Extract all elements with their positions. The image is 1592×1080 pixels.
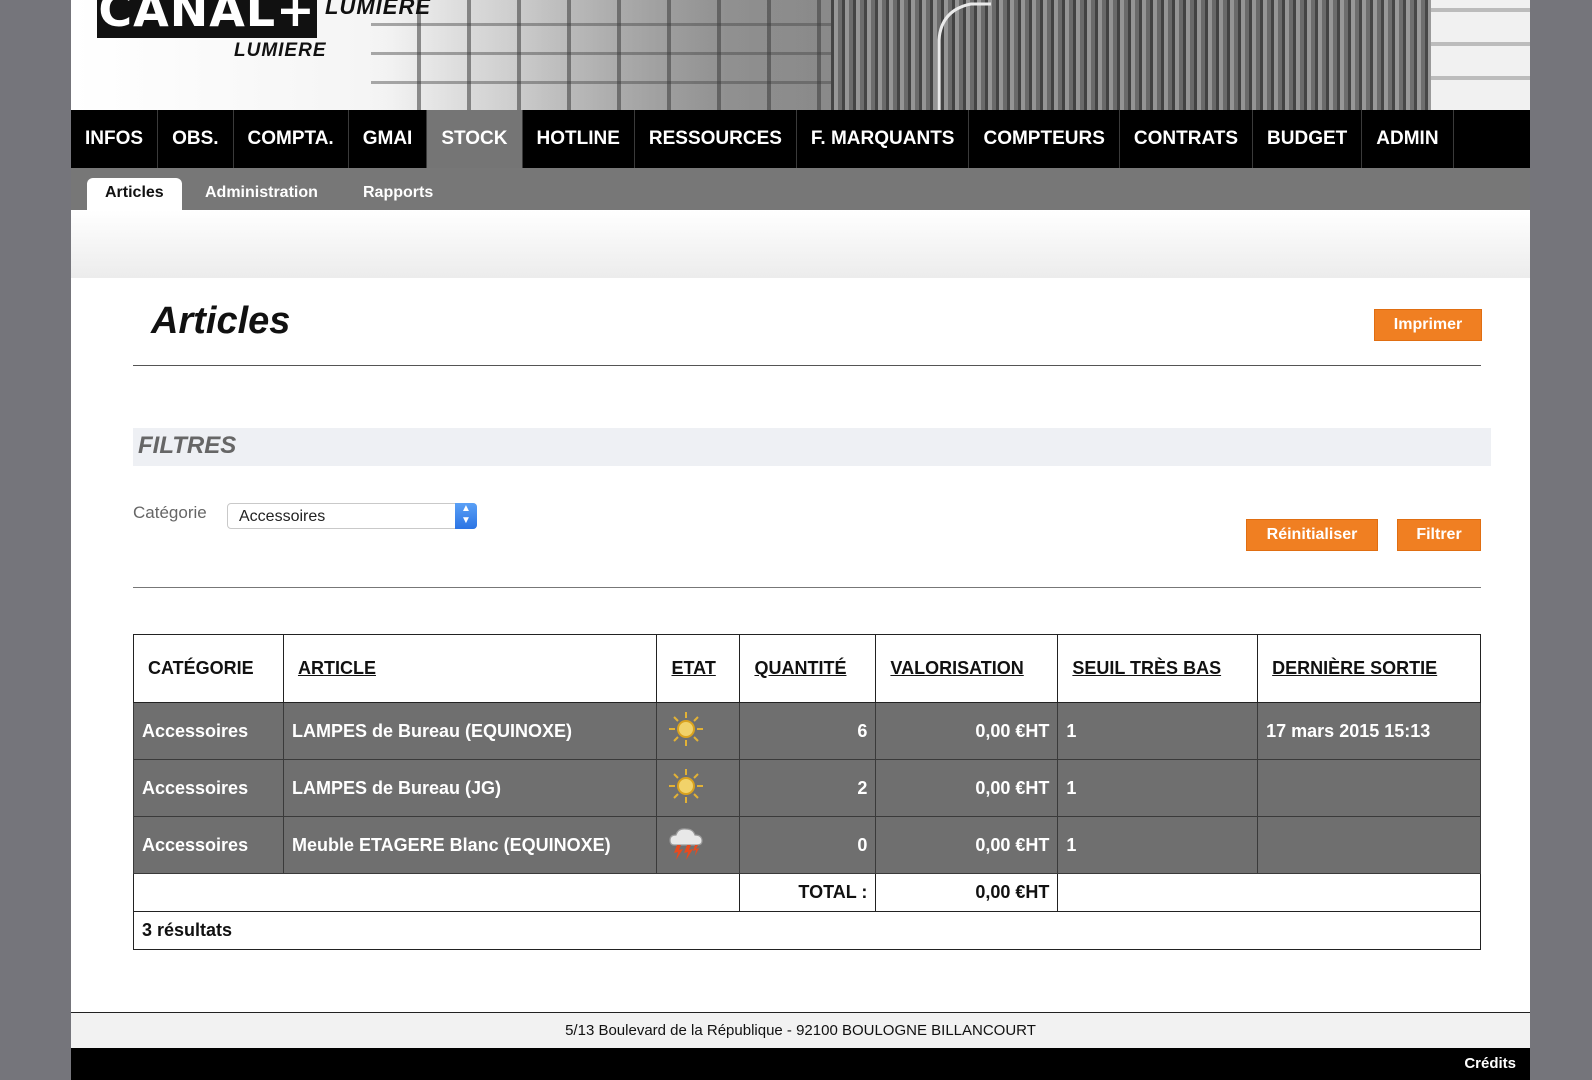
page: CANAL+ LUMIERE LUMIERE INFOS OBS. COMPTA… <box>71 0 1530 1080</box>
footer-bar: Crédits <box>71 1048 1530 1080</box>
cell-etat <box>656 816 741 874</box>
main-navigation: INFOS OBS. COMPTA. GMAI STOCK HOTLINE RE… <box>71 110 1530 168</box>
total-value: 0,00 €HT <box>875 873 1059 912</box>
cell-derniere-sortie: 17 mars 2015 15:13 <box>1257 702 1481 760</box>
storm-icon <box>669 827 704 860</box>
logo-side-text: LUMIERE <box>325 0 431 19</box>
nav-infos[interactable]: INFOS <box>71 110 159 168</box>
nav-gmai[interactable]: GMAI <box>349 110 428 168</box>
nav-hotline[interactable]: HOTLINE <box>523 110 635 168</box>
table-row[interactable]: Accessoires LAMPES de Bureau (JG) 2 0,00… <box>133 759 1481 817</box>
cell-article: LAMPES de Bureau (EQUINOXE) <box>282 702 658 760</box>
print-button[interactable]: Imprimer <box>1374 309 1482 341</box>
filters-divider <box>133 587 1481 588</box>
articles-table: CATÉGORIE ARTICLE ETAT QUANTITÉ VALORISA… <box>132 634 1481 950</box>
table-total-row: TOTAL : 0,00 €HT <box>132 873 1481 912</box>
cell-etat <box>656 759 741 817</box>
cell-article: Meuble ETAGERE Blanc (EQUINOXE) <box>282 816 658 874</box>
cell-seuil: 1 <box>1057 759 1259 817</box>
table-results-row: 3 résultats <box>133 911 1481 950</box>
cell-categorie: Accessoires <box>133 816 284 874</box>
header-derniere-sortie[interactable]: DERNIÈRE SORTIE <box>1257 634 1481 703</box>
header-valorisation[interactable]: VALORISATION <box>875 634 1059 703</box>
cell-seuil: 1 <box>1057 702 1259 760</box>
nav-ressources[interactable]: RESSOURCES <box>635 110 797 168</box>
cell-categorie: Accessoires <box>133 759 284 817</box>
nav-obs[interactable]: OBS. <box>158 110 234 168</box>
streetlamp-image <box>937 2 991 110</box>
tab-rapports[interactable]: Rapports <box>363 178 433 210</box>
sun-icon <box>669 768 704 803</box>
title-divider <box>133 365 1481 366</box>
cell-quantite: 6 <box>739 702 877 760</box>
total-trailing-cell <box>1057 873 1481 912</box>
cell-etat <box>656 702 741 760</box>
cell-quantite: 2 <box>739 759 877 817</box>
footer-address: 5/13 Boulevard de la République - 92100 … <box>71 1012 1530 1048</box>
nav-contrats[interactable]: CONTRATS <box>1120 110 1254 168</box>
cell-derniere-sortie <box>1257 816 1481 874</box>
filters-header: FILTRES <box>133 428 1491 466</box>
filter-button[interactable]: Filtrer <box>1397 519 1481 551</box>
credits-link[interactable]: Crédits <box>1464 1055 1516 1072</box>
nav-f-marquants[interactable]: F. MARQUANTS <box>797 110 970 168</box>
tab-administration[interactable]: Administration <box>205 178 318 210</box>
filters-heading: FILTRES <box>138 432 237 459</box>
cell-article: LAMPES de Bureau (JG) <box>282 759 658 817</box>
page-title: Articles <box>151 300 291 342</box>
banner-building-image <box>371 0 831 110</box>
total-empty-cell <box>132 873 741 912</box>
canal-plus-logo: CANAL+ <box>97 0 317 38</box>
header-seuil[interactable]: SEUIL TRÈS BAS <box>1057 634 1259 703</box>
nav-compteurs[interactable]: COMPTEURS <box>969 110 1120 168</box>
table-row[interactable]: Accessoires Meuble ETAGERE Blanc (EQUINO… <box>133 816 1481 874</box>
nav-stock[interactable]: STOCK <box>427 110 523 168</box>
header-banner: CANAL+ LUMIERE LUMIERE <box>71 0 1530 110</box>
header-etat[interactable]: ETAT <box>656 634 741 703</box>
nav-admin[interactable]: ADMIN <box>1362 110 1454 168</box>
sub-navigation: Articles Administration Rapports <box>71 168 1530 210</box>
table-row[interactable]: Accessoires LAMPES de Bureau (EQUINOXE) … <box>133 702 1481 760</box>
category-select[interactable]: Accessoires ▲ ▼ <box>227 503 477 529</box>
cell-valorisation: 0,00 €HT <box>875 702 1059 760</box>
header-quantite[interactable]: QUANTITÉ <box>739 634 877 703</box>
tab-articles[interactable]: Articles <box>87 178 182 210</box>
cell-quantite: 0 <box>739 816 877 874</box>
category-select-value: Accessoires <box>239 508 326 525</box>
header-article[interactable]: ARTICLE <box>282 634 658 703</box>
total-label: TOTAL : <box>739 873 877 912</box>
cell-seuil: 1 <box>1057 816 1259 874</box>
select-arrows-icon: ▲ ▼ <box>455 503 477 529</box>
reset-button[interactable]: Réinitialiser <box>1246 519 1378 551</box>
toolbar-band <box>71 210 1530 278</box>
logo-subtitle: LUMIERE <box>234 40 327 61</box>
table-header-row: CATÉGORIE ARTICLE ETAT QUANTITÉ VALORISA… <box>133 634 1481 703</box>
cell-valorisation: 0,00 €HT <box>875 759 1059 817</box>
category-label: Catégorie <box>133 503 207 522</box>
banner-building-right-image <box>1431 0 1530 110</box>
nav-budget[interactable]: BUDGET <box>1253 110 1363 168</box>
nav-compta[interactable]: COMPTA. <box>234 110 349 168</box>
cell-categorie: Accessoires <box>133 702 284 760</box>
results-count: 3 résultats <box>133 911 1481 950</box>
cell-valorisation: 0,00 €HT <box>875 816 1059 874</box>
sun-icon <box>669 711 704 746</box>
cell-derniere-sortie <box>1257 759 1481 817</box>
header-categorie: CATÉGORIE <box>133 634 284 703</box>
